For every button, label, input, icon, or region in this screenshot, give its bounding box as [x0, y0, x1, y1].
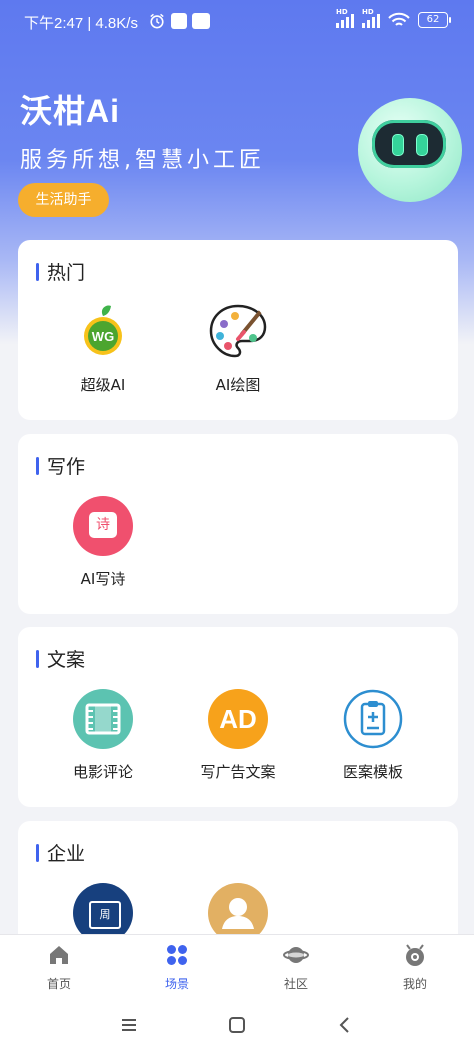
robot-mascot-icon — [358, 98, 462, 202]
section-marker — [36, 649, 39, 668]
section-marker — [36, 456, 39, 475]
section-hot: 热门 WG 超级AI AI绘图 — [18, 240, 458, 420]
app-slogan: 服务所想,智慧小工匠 — [20, 148, 265, 173]
tab-label: 社区 — [283, 977, 308, 991]
wifi-icon — [388, 12, 410, 26]
tile-label: 电影评论 — [72, 763, 133, 781]
tile-ai-poem[interactable]: 诗 AI写诗 — [43, 496, 163, 589]
life-assistant-button[interactable]: 生活助手 — [18, 183, 109, 217]
tab-profile[interactable]: 我的 — [375, 943, 455, 992]
tab-community[interactable]: 社区 — [256, 943, 336, 992]
section-marker — [36, 843, 39, 862]
tab-label: 我的 — [402, 977, 427, 991]
planet-icon — [283, 947, 309, 963]
bottom-tab-bar: 首页 场景 社区 我的 — [0, 934, 474, 997]
tile-label: 医案模板 — [342, 763, 403, 781]
wg-orange-icon: WG — [73, 302, 133, 362]
section-title: 写作 — [47, 456, 86, 478]
ad-icon: AD — [208, 689, 268, 749]
battery-indicator: 62 — [418, 12, 451, 28]
weibo-app-icon — [192, 13, 210, 29]
tab-label: 场景 — [164, 977, 189, 991]
home-icon — [50, 946, 68, 964]
tile-label: 写广告文案 — [200, 763, 276, 781]
menu-icon[interactable] — [118, 1014, 140, 1036]
app-title: 沃柑Ai — [20, 93, 121, 129]
section-title: 企业 — [47, 843, 86, 865]
section-writing: 写作 诗 AI写诗 — [18, 434, 458, 614]
home-square-icon[interactable] — [226, 1014, 248, 1036]
tab-home[interactable]: 首页 — [19, 943, 99, 992]
status-bar: 下午2:47 | 4.8K/s HD HD 62 — [0, 0, 474, 44]
alarm-icon — [150, 13, 164, 29]
section-enterprise: 企业 周 — [18, 821, 458, 951]
tile-super-ai[interactable]: WG 超级AI — [43, 302, 163, 395]
tile-ad-copy[interactable]: AD 写广告文案 — [178, 689, 298, 782]
profile-icon — [406, 944, 424, 966]
tile-label: AI写诗 — [80, 570, 126, 588]
tile-movie-review[interactable]: 电影评论 — [43, 689, 163, 782]
grid-icon — [167, 945, 187, 965]
tab-scenes[interactable]: 场景 — [137, 943, 217, 992]
tile-label: 超级AI — [80, 376, 126, 394]
signal-1-icon: HD — [336, 8, 354, 28]
svg-text:WG: WG — [92, 329, 114, 344]
signal-2-icon: HD — [362, 8, 380, 28]
tile-label: AI绘图 — [215, 376, 261, 394]
status-indicators: HD HD 62 — [336, 8, 451, 28]
tile-medical-template[interactable]: 医案模板 — [313, 689, 433, 782]
tab-label: 首页 — [46, 977, 71, 991]
section-title: 文案 — [47, 649, 86, 671]
medical-clipboard-icon — [343, 689, 403, 749]
section-marker — [36, 262, 39, 281]
section-copywriting: 文案 电影评论 AD 写广告文案 医案模板 — [18, 627, 458, 807]
cloud-app-icon — [171, 13, 187, 29]
system-nav-bar — [0, 996, 474, 1053]
back-icon[interactable] — [334, 1014, 356, 1036]
section-title: 热门 — [47, 262, 86, 284]
poem-icon: 诗 — [73, 496, 133, 556]
palette-icon — [208, 302, 268, 362]
status-time: 下午2:47 | 4.8K/s — [24, 15, 138, 32]
film-icon — [73, 689, 133, 749]
tile-ai-drawing[interactable]: AI绘图 — [178, 302, 298, 395]
